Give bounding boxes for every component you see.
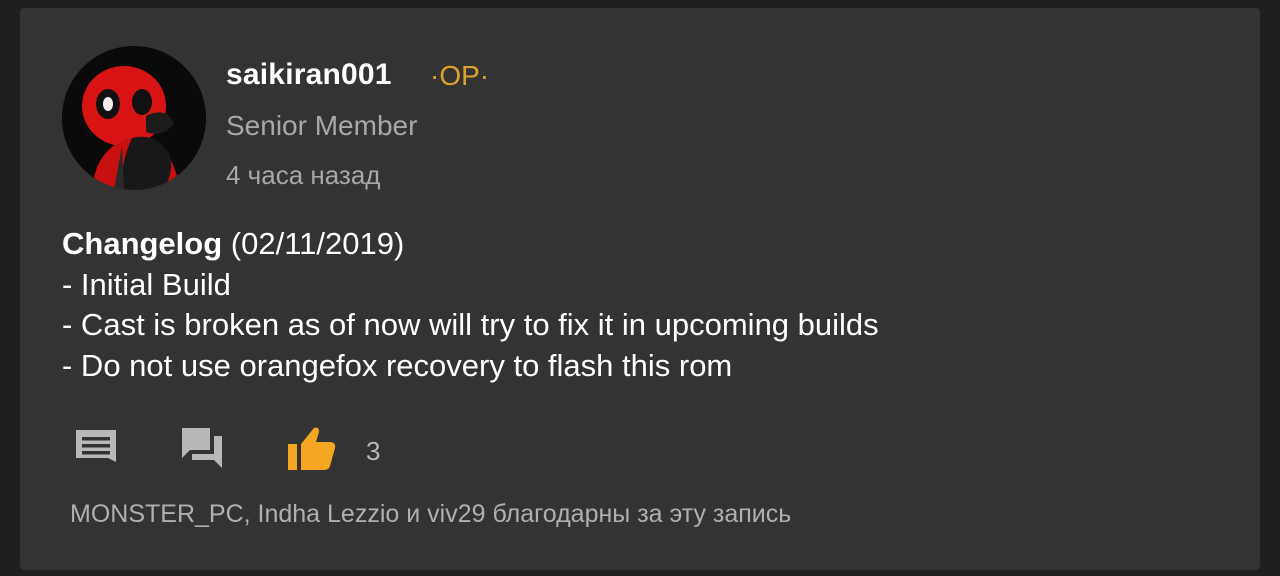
user-avatar[interactable]: [62, 46, 206, 190]
op-badge: ·OP·: [430, 60, 490, 91]
changelog-heading-date: (02/11/2019): [222, 226, 405, 261]
post-timestamp: 4 часа назад: [226, 160, 381, 190]
like-count: 3: [366, 436, 381, 466]
changelog-heading: Changelog (02/11/2019): [62, 224, 879, 265]
deadpool-avatar-icon: [62, 46, 206, 190]
post-body: Changelog (02/11/2019) - Initial Build -…: [62, 224, 879, 386]
post-line: - Do not use orangefox recovery to flash…: [62, 347, 733, 383]
username[interactable]: saikiran001: [226, 58, 392, 92]
reply-chat-icon[interactable]: [178, 424, 226, 472]
comment-icon[interactable]: [72, 424, 120, 472]
changelog-heading-bold: Changelog: [62, 226, 223, 261]
thumbs-up-icon[interactable]: [286, 424, 336, 472]
post-line: - Initial Build: [62, 266, 231, 302]
thanks-list[interactable]: MONSTER_PC, Indha Lezzio и viv29 благода…: [70, 500, 791, 529]
post-line: - Cast is broken as of now will try to f…: [62, 307, 879, 342]
user-title: Senior Member: [226, 110, 418, 141]
post-card: saikiran001 ·OP· Senior Member 4 часа на…: [20, 8, 1260, 570]
